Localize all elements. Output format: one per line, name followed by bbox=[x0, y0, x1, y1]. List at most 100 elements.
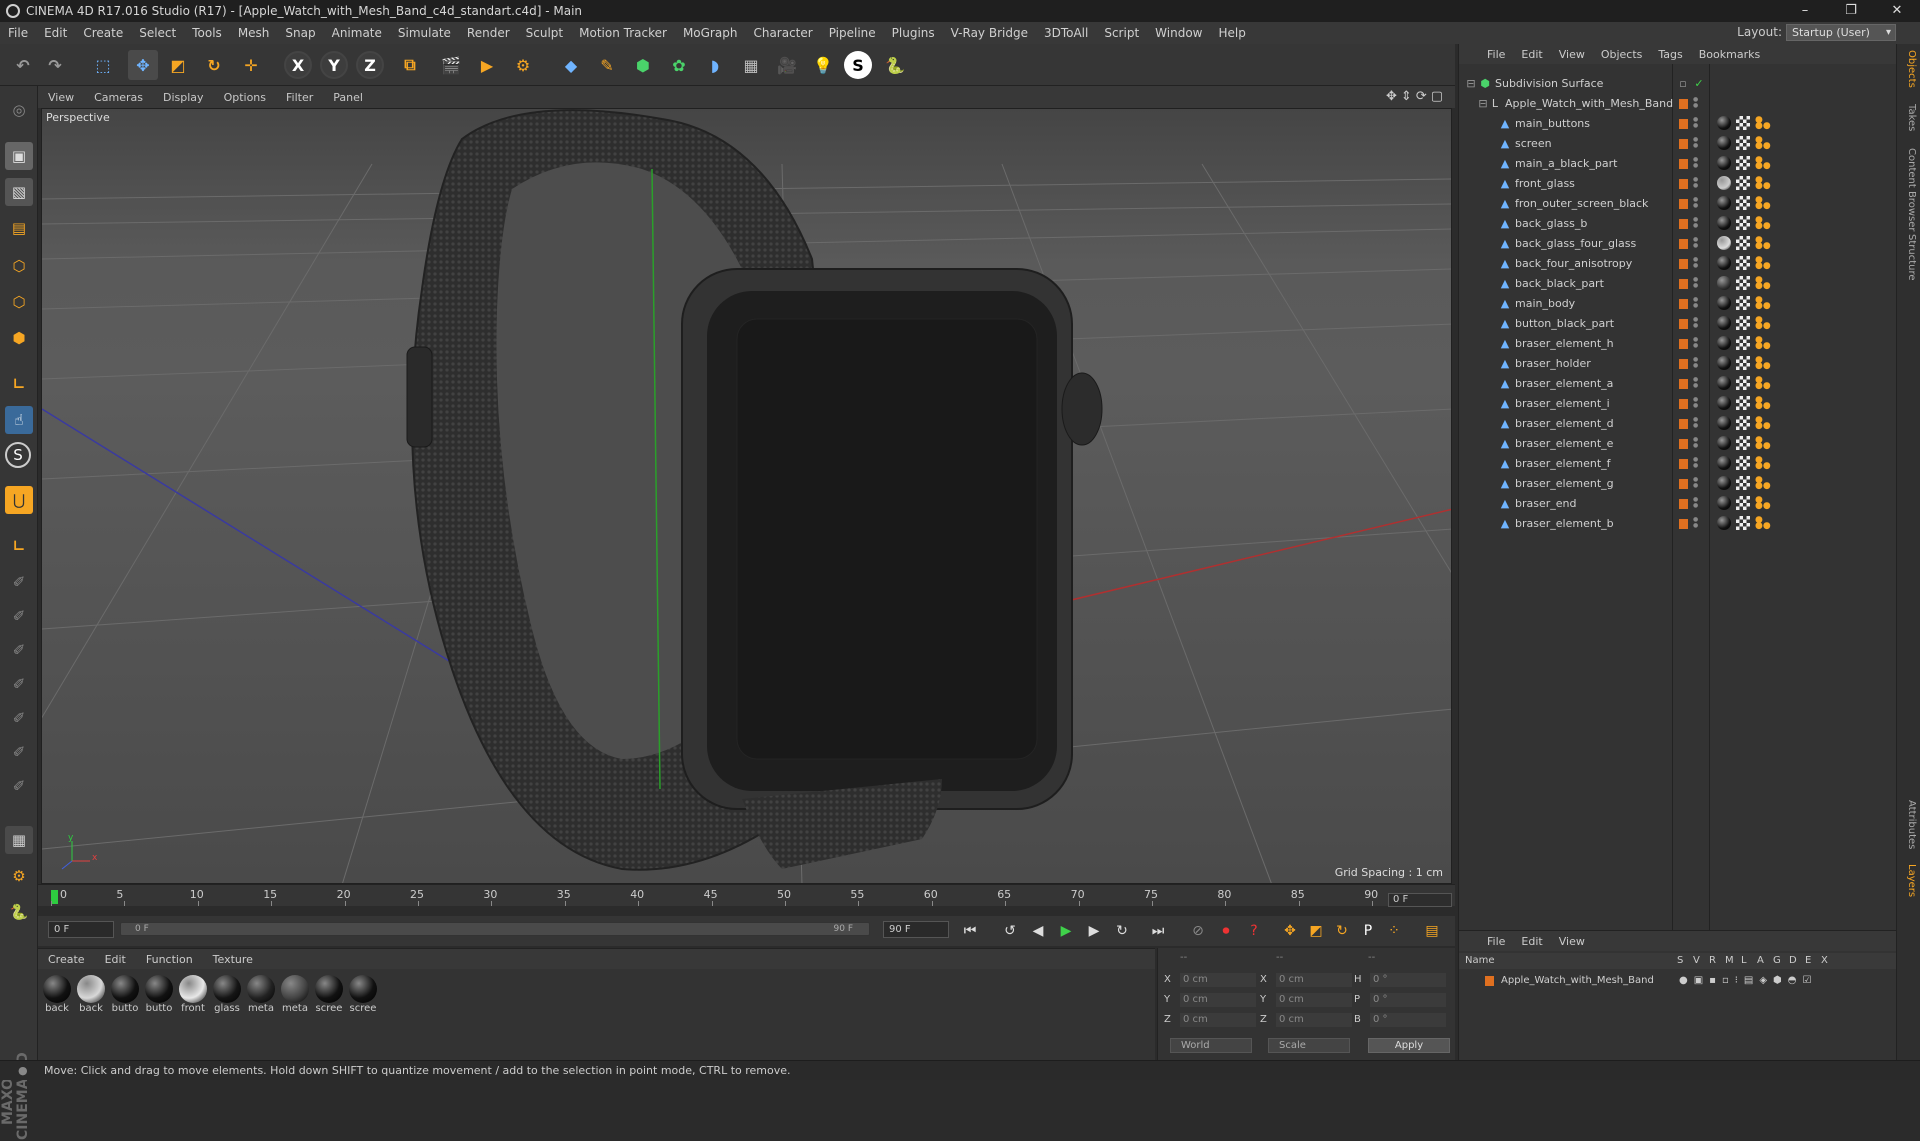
menu-item-3dtoall[interactable]: 3DToAll bbox=[1036, 26, 1096, 40]
layer-row[interactable]: Apple_Watch_with_Mesh_Band ●▣▪▫⁝▤◈⬢◓☑ bbox=[1459, 971, 1897, 991]
menu-item-window[interactable]: Window bbox=[1147, 26, 1210, 40]
phong-tag-icon[interactable]: ● ●● bbox=[1755, 396, 1771, 411]
pull-brush-icon[interactable]: ✐ bbox=[5, 670, 33, 698]
phong-tag-icon[interactable]: ● ●● bbox=[1755, 476, 1771, 491]
material-swatch[interactable]: back bbox=[76, 975, 106, 1014]
material-swatch[interactable]: scree bbox=[348, 975, 378, 1014]
phong-tag-icon[interactable]: ● ●● bbox=[1755, 516, 1771, 531]
play-icon[interactable]: ▶ bbox=[1054, 920, 1078, 942]
material-tag-icon[interactable] bbox=[1717, 316, 1731, 330]
polygons-mode-icon[interactable]: ⬢ bbox=[5, 324, 33, 352]
brush-icon[interactable]: ✐ bbox=[5, 568, 33, 596]
uvw-tag-icon[interactable] bbox=[1736, 436, 1750, 450]
light-icon[interactable]: 💡 bbox=[808, 50, 838, 80]
layer-menu-edit[interactable]: Edit bbox=[1513, 935, 1550, 948]
key-position-icon[interactable]: ✥ bbox=[1278, 920, 1302, 942]
go-to-start-icon[interactable]: ⏮ bbox=[958, 920, 982, 942]
material-tag-icon[interactable] bbox=[1717, 456, 1731, 470]
python-icon[interactable]: 🐍 bbox=[5, 898, 33, 926]
minimize-button[interactable]: – bbox=[1782, 0, 1828, 22]
python-script-icon[interactable]: 🐍 bbox=[880, 50, 910, 80]
timeline-end-field[interactable]: 0 F bbox=[1388, 893, 1452, 907]
uvw-tag-icon[interactable] bbox=[1736, 516, 1750, 530]
material-tag-icon[interactable] bbox=[1717, 436, 1731, 450]
uvw-tag-icon[interactable] bbox=[1736, 256, 1750, 270]
transform-tool-icon[interactable]: ✛ bbox=[236, 50, 266, 80]
frame-range-slider[interactable]: 0 F 90 F bbox=[120, 922, 870, 936]
object-menu-edit[interactable]: Edit bbox=[1513, 48, 1550, 61]
material-swatch[interactable]: scree bbox=[314, 975, 344, 1014]
visibility-dots[interactable]: ● ● bbox=[1693, 137, 1698, 149]
viewport-menu-display[interactable]: Display bbox=[153, 91, 214, 104]
uvw-tag-icon[interactable] bbox=[1736, 236, 1750, 250]
object-row[interactable]: ▲ braser_element_b ● ● ● ●● bbox=[1459, 514, 1897, 534]
previous-key-icon[interactable]: ↺ bbox=[998, 920, 1022, 942]
next-key-icon[interactable]: ↻ bbox=[1110, 920, 1134, 942]
uvw-tag-icon[interactable] bbox=[1736, 356, 1750, 370]
material-tag-icon[interactable] bbox=[1717, 176, 1731, 190]
menu-item-animate[interactable]: Animate bbox=[324, 26, 390, 40]
go-to-end-icon[interactable]: ⏭ bbox=[1146, 920, 1170, 942]
material-tag-icon[interactable] bbox=[1717, 336, 1731, 350]
layer-color-swatch[interactable] bbox=[1679, 319, 1688, 329]
layer-color-swatch[interactable] bbox=[1679, 299, 1688, 309]
visibility-dots[interactable]: ● ● bbox=[1693, 297, 1698, 309]
layer-color-swatch[interactable] bbox=[1679, 359, 1688, 369]
layer-color-swatch[interactable] bbox=[1679, 219, 1688, 229]
menu-item-edit[interactable]: Edit bbox=[36, 26, 75, 40]
object-menu-view[interactable]: View bbox=[1551, 48, 1593, 61]
camera-icon[interactable]: 🎥 bbox=[772, 50, 802, 80]
material-tag-icon[interactable] bbox=[1717, 136, 1731, 150]
workplane-lock-icon[interactable]: ∟ bbox=[5, 532, 33, 560]
uvw-tag-icon[interactable] bbox=[1736, 336, 1750, 350]
render-picture-viewer-icon[interactable]: ▶ bbox=[472, 50, 502, 80]
object-row[interactable]: ▲ braser_element_e ● ● ● ●● bbox=[1459, 434, 1897, 454]
uvw-tag-icon[interactable] bbox=[1736, 156, 1750, 170]
right-tab-layers[interactable]: Layers bbox=[1901, 864, 1917, 897]
checker-grid-icon[interactable]: ▦ bbox=[5, 826, 33, 854]
viewport-menu-filter[interactable]: Filter bbox=[276, 91, 323, 104]
apply-button[interactable]: Apply bbox=[1368, 1038, 1450, 1053]
object-row[interactable]: ▲ braser_element_a ● ● ● ●● bbox=[1459, 374, 1897, 394]
material-swatch[interactable]: meta bbox=[246, 975, 276, 1014]
animation-icon[interactable]: ⚙ bbox=[5, 862, 33, 890]
visibility-dots[interactable]: ● ● bbox=[1693, 237, 1698, 249]
close-button[interactable]: ✕ bbox=[1874, 0, 1920, 22]
material-tag-icon[interactable] bbox=[1717, 236, 1731, 250]
layer-color-swatch[interactable] bbox=[1679, 99, 1688, 109]
max-frame-field[interactable]: 90 F bbox=[883, 921, 949, 938]
edges-mode-icon[interactable]: ⬡ bbox=[5, 288, 33, 316]
texture-mode-icon[interactable]: ▧ bbox=[5, 178, 33, 206]
material-swatch[interactable]: butto bbox=[144, 975, 174, 1014]
object-row[interactable]: ▲ braser_element_h ● ● ● ●● bbox=[1459, 334, 1897, 354]
material-tag-icon[interactable] bbox=[1717, 196, 1731, 210]
object-row[interactable]: ▲ back_four_anisotropy ● ● ● ●● bbox=[1459, 254, 1897, 274]
object-row-subdivision[interactable]: ⊟ ⬢ Subdivision Surface ▫ ✓ bbox=[1459, 74, 1897, 94]
visibility-dots[interactable]: ● ● bbox=[1693, 397, 1698, 409]
right-tab-objects[interactable]: Objects bbox=[1901, 50, 1917, 88]
visibility-dots[interactable]: ● ● bbox=[1693, 477, 1698, 489]
material-tag-icon[interactable] bbox=[1717, 356, 1731, 370]
deformer-icon[interactable]: ◗ bbox=[700, 50, 730, 80]
phong-tag-icon[interactable]: ● ●● bbox=[1755, 256, 1771, 271]
keyframe-help-icon[interactable]: ? bbox=[1242, 920, 1266, 942]
rotate-tool-icon[interactable]: ↻ bbox=[199, 50, 229, 80]
menu-item-create[interactable]: Create bbox=[75, 26, 131, 40]
viewport-menu-options[interactable]: Options bbox=[214, 91, 276, 104]
layer-color-swatch[interactable] bbox=[1679, 119, 1688, 129]
material-menu-create[interactable]: Create bbox=[38, 953, 95, 966]
uvw-tag-icon[interactable] bbox=[1736, 456, 1750, 470]
previous-frame-icon[interactable]: ◀ bbox=[1026, 920, 1050, 942]
y-axis-lock-icon[interactable]: Y bbox=[320, 51, 348, 79]
enabled-check-icon[interactable]: ✓ bbox=[1693, 78, 1705, 90]
layer-color-swatch[interactable] bbox=[1679, 439, 1688, 449]
timeline-window-icon[interactable]: ▤ bbox=[1420, 920, 1444, 942]
object-row[interactable]: ▲ front_glass ● ● ● ●● bbox=[1459, 174, 1897, 194]
workplane-icon[interactable]: ▤ bbox=[5, 214, 33, 242]
object-row[interactable]: ▲ main_body ● ● ● ●● bbox=[1459, 294, 1897, 314]
magnet-icon[interactable]: ✐ bbox=[5, 772, 33, 800]
coord-position-field[interactable]: 0 cm bbox=[1180, 1013, 1256, 1027]
layer-color-swatch[interactable] bbox=[1679, 519, 1688, 529]
subdivision-surface-icon[interactable]: ⬢ bbox=[628, 50, 658, 80]
viewport-nav-icons[interactable]: ✥⇕⟳▢ bbox=[1386, 89, 1447, 104]
